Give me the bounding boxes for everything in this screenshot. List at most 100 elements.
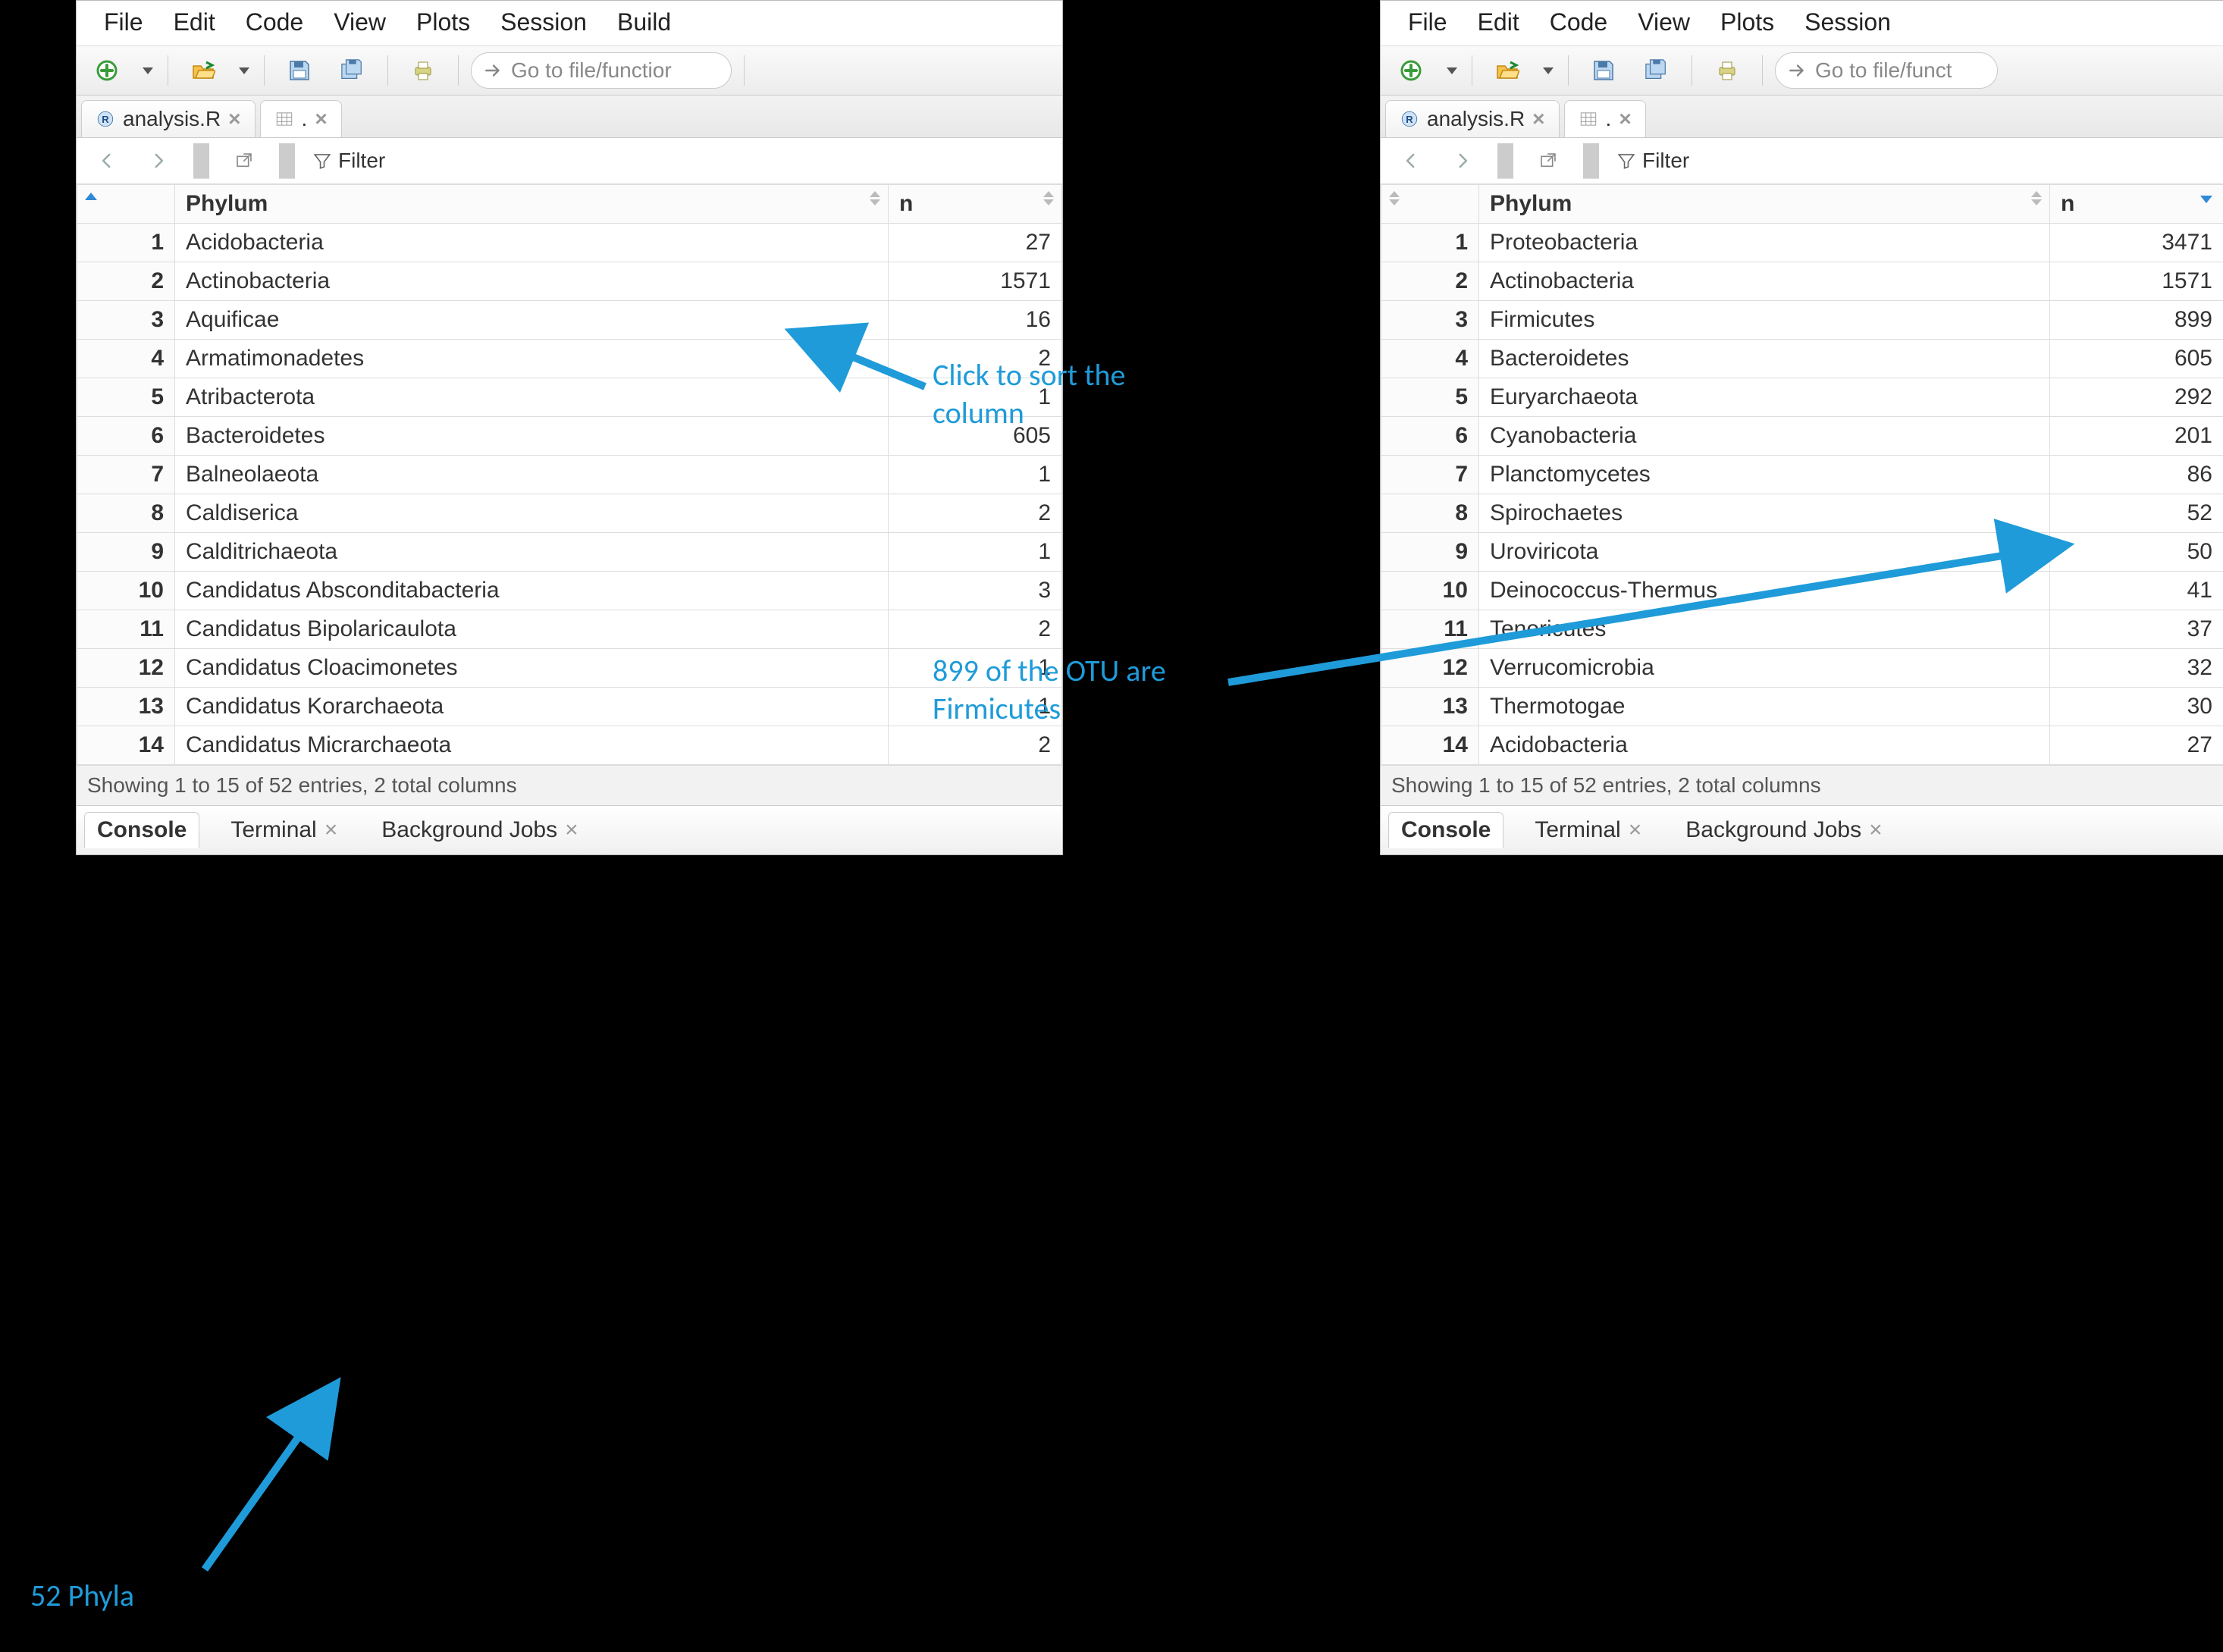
floppy-stack-icon (1645, 58, 1669, 83)
table-row[interactable]: 1Acidobacteria27 (77, 224, 1062, 262)
goto-file-input[interactable]: Go to file/functior (471, 52, 732, 89)
col-rownum[interactable] (1381, 185, 1479, 224)
table-row[interactable]: 14Acidobacteria27 (1381, 726, 2223, 765)
open-file-dropdown[interactable] (234, 52, 252, 89)
tab-data-viewer[interactable]: . × (1564, 100, 1646, 137)
col-phylum[interactable]: Phylum (1479, 185, 2050, 224)
goto-file-input[interactable]: Go to file/funct (1775, 52, 1998, 89)
tab-analysis-r[interactable]: R analysis.R × (81, 100, 256, 137)
tab-terminal[interactable]: Terminal × (1522, 812, 1654, 848)
forward-button[interactable] (1440, 143, 1485, 179)
tab-console[interactable]: Console (1388, 812, 1503, 848)
close-icon[interactable]: × (565, 817, 578, 843)
table-row[interactable]: 3Aquificae16 (77, 301, 1062, 340)
filter-button[interactable]: Filter (307, 143, 390, 179)
tab-terminal[interactable]: Terminal × (218, 812, 350, 848)
table-row[interactable]: 3Firmicutes899 (1381, 301, 2223, 340)
menu-view[interactable]: View (334, 8, 386, 36)
open-file-button[interactable] (180, 52, 226, 89)
close-icon[interactable]: × (315, 107, 327, 131)
cell-phylum: Planctomycetes (1479, 456, 2050, 494)
table-row[interactable]: 5Atribacterota1 (77, 378, 1062, 417)
table-row[interactable]: 12Candidatus Cloacimonetes1 (77, 649, 1062, 688)
popout-icon (234, 151, 254, 171)
menu-code[interactable]: Code (246, 8, 304, 36)
sort-asc-icon (85, 193, 97, 200)
table-row[interactable]: 12Verrucomicrobia32 (1381, 649, 2223, 688)
table-row[interactable]: 2Actinobacteria1571 (77, 262, 1062, 301)
open-file-dropdown[interactable] (1538, 52, 1556, 89)
table-row[interactable]: 10Deinococcus-Thermus41 (1381, 572, 2223, 610)
new-file-button[interactable] (84, 52, 130, 89)
table-row[interactable]: 6Cyanobacteria201 (1381, 417, 2223, 456)
save-all-button[interactable] (330, 52, 375, 89)
table-row[interactable]: 9Calditrichaeota1 (77, 533, 1062, 572)
table-row[interactable]: 11Tenericutes37 (1381, 610, 2223, 649)
open-file-button[interactable] (1485, 52, 1530, 89)
menu-plots[interactable]: Plots (416, 8, 470, 36)
back-button[interactable] (1388, 143, 1434, 179)
menu-build[interactable]: Build (617, 8, 671, 36)
new-file-dropdown[interactable] (1441, 52, 1460, 89)
close-icon[interactable]: × (1869, 817, 1883, 843)
menu-edit[interactable]: Edit (1478, 8, 1519, 36)
col-n[interactable]: n (889, 185, 1062, 224)
close-icon[interactable]: × (325, 817, 338, 843)
new-file-button[interactable] (1388, 52, 1434, 89)
tab-background-jobs[interactable]: Background Jobs × (1673, 812, 1895, 848)
table-row[interactable]: 9Uroviricota50 (1381, 533, 2223, 572)
save-button[interactable] (1581, 52, 1626, 89)
table-row[interactable]: 2Actinobacteria1571 (1381, 262, 2223, 301)
cell-n: 605 (2050, 340, 2223, 378)
close-icon[interactable]: × (1532, 107, 1544, 131)
print-button[interactable] (400, 52, 446, 89)
col-phylum[interactable]: Phylum (175, 185, 889, 224)
table-row[interactable]: 4Armatimonadetes2 (77, 340, 1062, 378)
close-icon[interactable]: × (1629, 817, 1642, 843)
print-button[interactable] (1704, 52, 1750, 89)
table-row[interactable]: 14Candidatus Micrarchaeota2 (77, 726, 1062, 765)
table-row[interactable]: 4Bacteroidetes605 (1381, 340, 2223, 378)
menu-plots[interactable]: Plots (1720, 8, 1774, 36)
col-rownum[interactable] (77, 185, 175, 224)
menu-edit[interactable]: Edit (174, 8, 215, 36)
table-row[interactable]: 1Proteobacteria3471 (1381, 224, 2223, 262)
table-row[interactable]: 7Planctomycetes86 (1381, 456, 2223, 494)
tab-data-viewer[interactable]: . × (260, 100, 342, 137)
tab-console[interactable]: Console (84, 812, 199, 848)
menu-view[interactable]: View (1638, 8, 1690, 36)
sort-both-icon (870, 191, 880, 205)
table-row[interactable]: 13Candidatus Korarchaeota1 (77, 688, 1062, 726)
table-row[interactable]: 11Candidatus Bipolaricaulota2 (77, 610, 1062, 649)
save-all-button[interactable] (1634, 52, 1679, 89)
forward-button[interactable] (136, 143, 181, 179)
table-row[interactable]: 7Balneolaeota1 (77, 456, 1062, 494)
close-icon[interactable]: × (1619, 107, 1631, 131)
row-number: 14 (1381, 726, 1479, 765)
menu-session[interactable]: Session (1804, 8, 1891, 36)
new-file-dropdown[interactable] (137, 52, 155, 89)
menu-file[interactable]: File (104, 8, 143, 36)
popout-button[interactable] (221, 143, 267, 179)
menu-session[interactable]: Session (500, 8, 587, 36)
table-row[interactable]: 8Caldiserica2 (77, 494, 1062, 533)
filter-button[interactable]: Filter (1611, 143, 1695, 179)
cell-n: 86 (2050, 456, 2223, 494)
tab-analysis-r[interactable]: R analysis.R × (1385, 100, 1560, 137)
save-button[interactable] (277, 52, 322, 89)
table-row[interactable]: 5Euryarchaeota292 (1381, 378, 2223, 417)
back-button[interactable] (84, 143, 130, 179)
table-row[interactable]: 6Bacteroidetes605 (77, 417, 1062, 456)
popout-button[interactable] (1525, 143, 1571, 179)
table-row[interactable]: 10Candidatus Absconditabacteria3 (77, 572, 1062, 610)
table-row[interactable]: 13Thermotogae30 (1381, 688, 2223, 726)
tab-background-jobs[interactable]: Background Jobs × (368, 812, 591, 848)
arrow-left-icon (97, 151, 117, 171)
close-icon[interactable]: × (228, 107, 240, 131)
cell-n: 1 (889, 533, 1062, 572)
menu-code[interactable]: Code (1550, 8, 1608, 36)
col-n[interactable]: n (2050, 185, 2223, 224)
table-row[interactable]: 8Spirochaetes52 (1381, 494, 2223, 533)
svg-text:R: R (102, 114, 109, 125)
menu-file[interactable]: File (1408, 8, 1447, 36)
